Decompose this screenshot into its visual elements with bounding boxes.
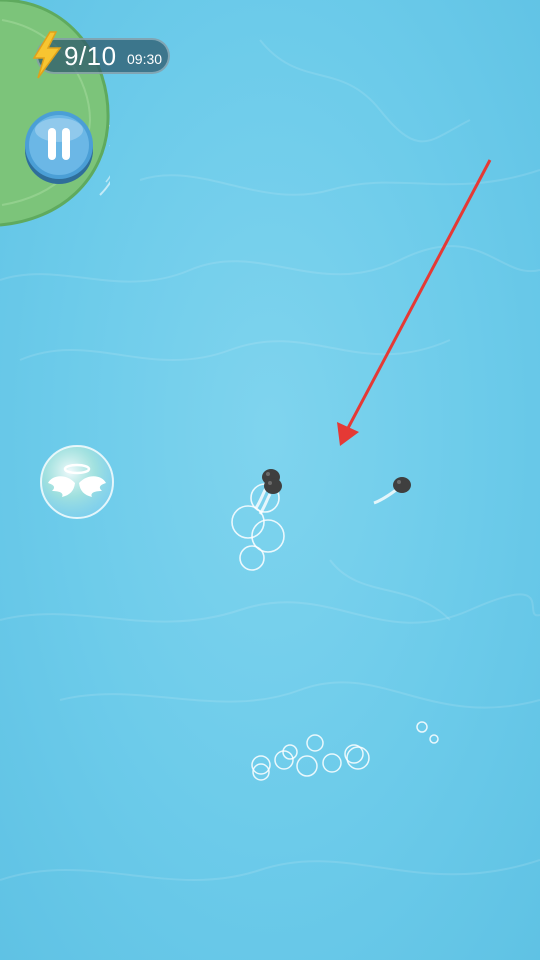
bubble-cluster bbox=[231, 483, 285, 571]
bubble-trail bbox=[251, 721, 439, 781]
swipe-hint-arrow bbox=[337, 159, 492, 446]
game-scene bbox=[231, 159, 492, 781]
tadpole bbox=[373, 477, 411, 505]
